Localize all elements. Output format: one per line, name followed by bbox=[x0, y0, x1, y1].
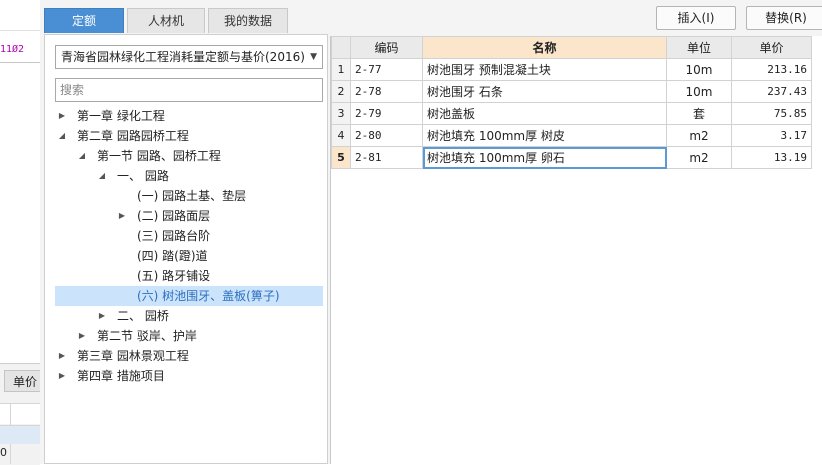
unit-cell[interactable]: m2 bbox=[666, 146, 732, 169]
table-row[interactable]: 4 2-80 树池填充 100mm厚 树皮 m2 3.17 bbox=[331, 124, 812, 147]
chevron-down-icon: ▼ bbox=[310, 52, 317, 62]
row-number: 4 bbox=[331, 124, 351, 147]
search-input[interactable] bbox=[55, 78, 323, 102]
tree-node-label: 第一节 园路、园桥工程 bbox=[97, 149, 221, 163]
unit-cell[interactable]: 10m bbox=[666, 80, 732, 103]
tree-node-label: 一、 园路 bbox=[117, 169, 169, 183]
collapse-arrow-icon[interactable]: ◢ bbox=[57, 126, 67, 146]
replace-button[interactable]: 替换(R) bbox=[746, 6, 822, 30]
unit-cell[interactable]: m2 bbox=[666, 124, 732, 147]
quota-lookup-dialog: 定额 人材机 我的数据 青海省园林绿化工程消耗量定额与基价(2016) ▼ ▶ … bbox=[40, 0, 822, 464]
tree-node-label: 第二节 驳岸、护岸 bbox=[97, 329, 197, 343]
name-cell[interactable]: 树池填充 100mm厚 树皮 bbox=[422, 124, 667, 147]
price-cell[interactable]: 75.85 bbox=[731, 102, 812, 125]
tab-labor-material-machine[interactable]: 人材机 bbox=[127, 8, 205, 33]
tree-node-section-2[interactable]: ▶ 第二节 驳岸、护岸 bbox=[55, 326, 323, 346]
row-number: 1 bbox=[331, 58, 351, 81]
expand-arrow-icon[interactable]: ▶ bbox=[77, 326, 87, 346]
quota-library-value: 青海省园林绿化工程消耗量定额与基价(2016) bbox=[61, 50, 305, 64]
background-divider bbox=[0, 62, 40, 63]
price-column-header[interactable]: 单价 bbox=[731, 36, 812, 59]
quota-tree-panel: 青海省园林绿化工程消耗量定额与基价(2016) ▼ ▶ 第一章 绿化工程 ◢ 第… bbox=[44, 34, 328, 464]
tree-node-footpath[interactable]: (四) 踏(蹬)道 bbox=[55, 246, 323, 266]
background-code-text: 11Ø2 bbox=[0, 44, 25, 55]
background-cell-value: 0 bbox=[0, 446, 7, 459]
unit-column-header[interactable]: 单位 bbox=[666, 36, 732, 59]
tree-node-label: (六) 树池围牙、盖板(箅子) bbox=[137, 289, 280, 303]
quota-table: 编码 名称 单位 单价 1 2-77 树池围牙 预制混凝土块 10m 213.1… bbox=[331, 36, 812, 169]
tree-node-label: 第一章 绿化工程 bbox=[77, 109, 165, 123]
expand-arrow-icon[interactable]: ▶ bbox=[57, 346, 67, 366]
tree-node-label: (一) 园路土基、垫层 bbox=[137, 189, 247, 203]
background-header bbox=[0, 0, 40, 31]
unit-cell[interactable]: 10m bbox=[666, 58, 732, 81]
row-number: 2 bbox=[331, 80, 351, 103]
row-number: 3 bbox=[331, 102, 351, 125]
tree-node-section-1[interactable]: ◢ 第一节 园路、园桥工程 bbox=[55, 146, 323, 166]
tab-quota[interactable]: 定额 bbox=[44, 8, 124, 33]
tree-node-chapter-2[interactable]: ◢ 第二章 园路园桥工程 bbox=[55, 126, 323, 146]
tree-node-chapter-1[interactable]: ▶ 第一章 绿化工程 bbox=[55, 106, 323, 126]
quota-list-panel: 插入(I) 替换(R) 编码 名称 单位 单价 1 2-77 树池围牙 预制混凝… bbox=[328, 0, 822, 464]
tree-node-road-surface[interactable]: ▶ (二) 园路面层 bbox=[55, 206, 323, 226]
tree-node-label: 第二章 园路园桥工程 bbox=[77, 129, 189, 143]
table-header-row: 编码 名称 单位 单价 bbox=[331, 36, 812, 59]
code-cell[interactable]: 2-79 bbox=[350, 102, 423, 125]
name-cell[interactable]: 树池围牙 石条 bbox=[422, 80, 667, 103]
tab-my-data[interactable]: 我的数据 bbox=[208, 8, 288, 33]
price-cell[interactable]: 213.16 bbox=[731, 58, 812, 81]
quota-library-dropdown[interactable]: 青海省园林绿化工程消耗量定额与基价(2016) ▼ bbox=[55, 45, 323, 69]
expand-arrow-icon[interactable]: ▶ bbox=[97, 306, 107, 326]
code-cell[interactable]: 2-81 bbox=[350, 146, 423, 169]
price-cell[interactable]: 3.17 bbox=[731, 124, 812, 147]
code-cell[interactable]: 2-77 bbox=[350, 58, 423, 81]
tree-node-curb-laying[interactable]: (五) 路牙铺设 bbox=[55, 266, 323, 286]
insert-button[interactable]: 插入(I) bbox=[656, 6, 736, 30]
background-window: 11Ø2 单价 0 bbox=[0, 0, 41, 465]
table-row-current[interactable]: 5 2-81 树池填充 100mm厚 卵石 m2 13.19 bbox=[331, 146, 812, 169]
tree-node-label: 二、 园桥 bbox=[117, 309, 169, 323]
name-cell[interactable]: 树池围牙 预制混凝土块 bbox=[422, 58, 667, 81]
tree-node-road-base[interactable]: (一) 园路土基、垫层 bbox=[55, 186, 323, 206]
row-number: 5 bbox=[331, 146, 351, 169]
price-cell[interactable]: 237.43 bbox=[731, 80, 812, 103]
collapse-arrow-icon[interactable]: ◢ bbox=[97, 166, 107, 186]
tree-node-tree-pit-curb[interactable]: (六) 树池围牙、盖板(箅子) bbox=[55, 286, 323, 306]
tree-node-chapter-4[interactable]: ▶ 第四章 措施项目 bbox=[55, 366, 323, 386]
expand-arrow-icon[interactable]: ▶ bbox=[117, 206, 127, 226]
name-cell-active[interactable]: 树池填充 100mm厚 卵石 bbox=[422, 146, 667, 169]
tree-node-label: (四) 踏(蹬)道 bbox=[137, 249, 208, 263]
name-cell[interactable]: 树池盖板 bbox=[422, 102, 667, 125]
code-column-header[interactable]: 编码 bbox=[350, 36, 423, 59]
table-row[interactable]: 3 2-79 树池盖板 套 75.85 bbox=[331, 102, 812, 125]
tree-node-garden-road[interactable]: ◢ 一、 园路 bbox=[55, 166, 323, 186]
row-number-header bbox=[331, 36, 351, 59]
background-unit-price-tab[interactable]: 单价 bbox=[4, 370, 40, 392]
table-row[interactable]: 2 2-78 树池围牙 石条 10m 237.43 bbox=[331, 80, 812, 103]
tree-node-label: (三) 园路台阶 bbox=[137, 229, 211, 243]
quota-table-area: 编码 名称 单位 单价 1 2-77 树池围牙 预制混凝土块 10m 213.1… bbox=[330, 36, 822, 464]
name-column-header[interactable]: 名称 bbox=[422, 36, 667, 59]
code-cell[interactable]: 2-78 bbox=[350, 80, 423, 103]
background-grid-row bbox=[0, 403, 40, 464]
tree-node-label: (二) 园路面层 bbox=[137, 209, 211, 223]
tree-node-chapter-3[interactable]: ▶ 第三章 园林景观工程 bbox=[55, 346, 323, 366]
collapse-arrow-icon[interactable]: ◢ bbox=[77, 146, 87, 166]
expand-arrow-icon[interactable]: ▶ bbox=[57, 366, 67, 386]
tree-node-label: 第四章 措施项目 bbox=[77, 369, 165, 383]
table-row[interactable]: 1 2-77 树池围牙 预制混凝土块 10m 213.16 bbox=[331, 58, 812, 81]
unit-cell[interactable]: 套 bbox=[666, 102, 732, 125]
tree-node-label: 第三章 园林景观工程 bbox=[77, 349, 189, 363]
code-cell[interactable]: 2-80 bbox=[350, 124, 423, 147]
tree-node-road-steps[interactable]: (三) 园路台阶 bbox=[55, 226, 323, 246]
expand-arrow-icon[interactable]: ▶ bbox=[57, 106, 67, 126]
tree-node-label: (五) 路牙铺设 bbox=[137, 269, 211, 283]
tree-node-garden-bridge[interactable]: ▶ 二、 园桥 bbox=[55, 306, 323, 326]
price-cell[interactable]: 13.19 bbox=[731, 146, 812, 169]
background-grid-row-selected bbox=[0, 425, 40, 444]
